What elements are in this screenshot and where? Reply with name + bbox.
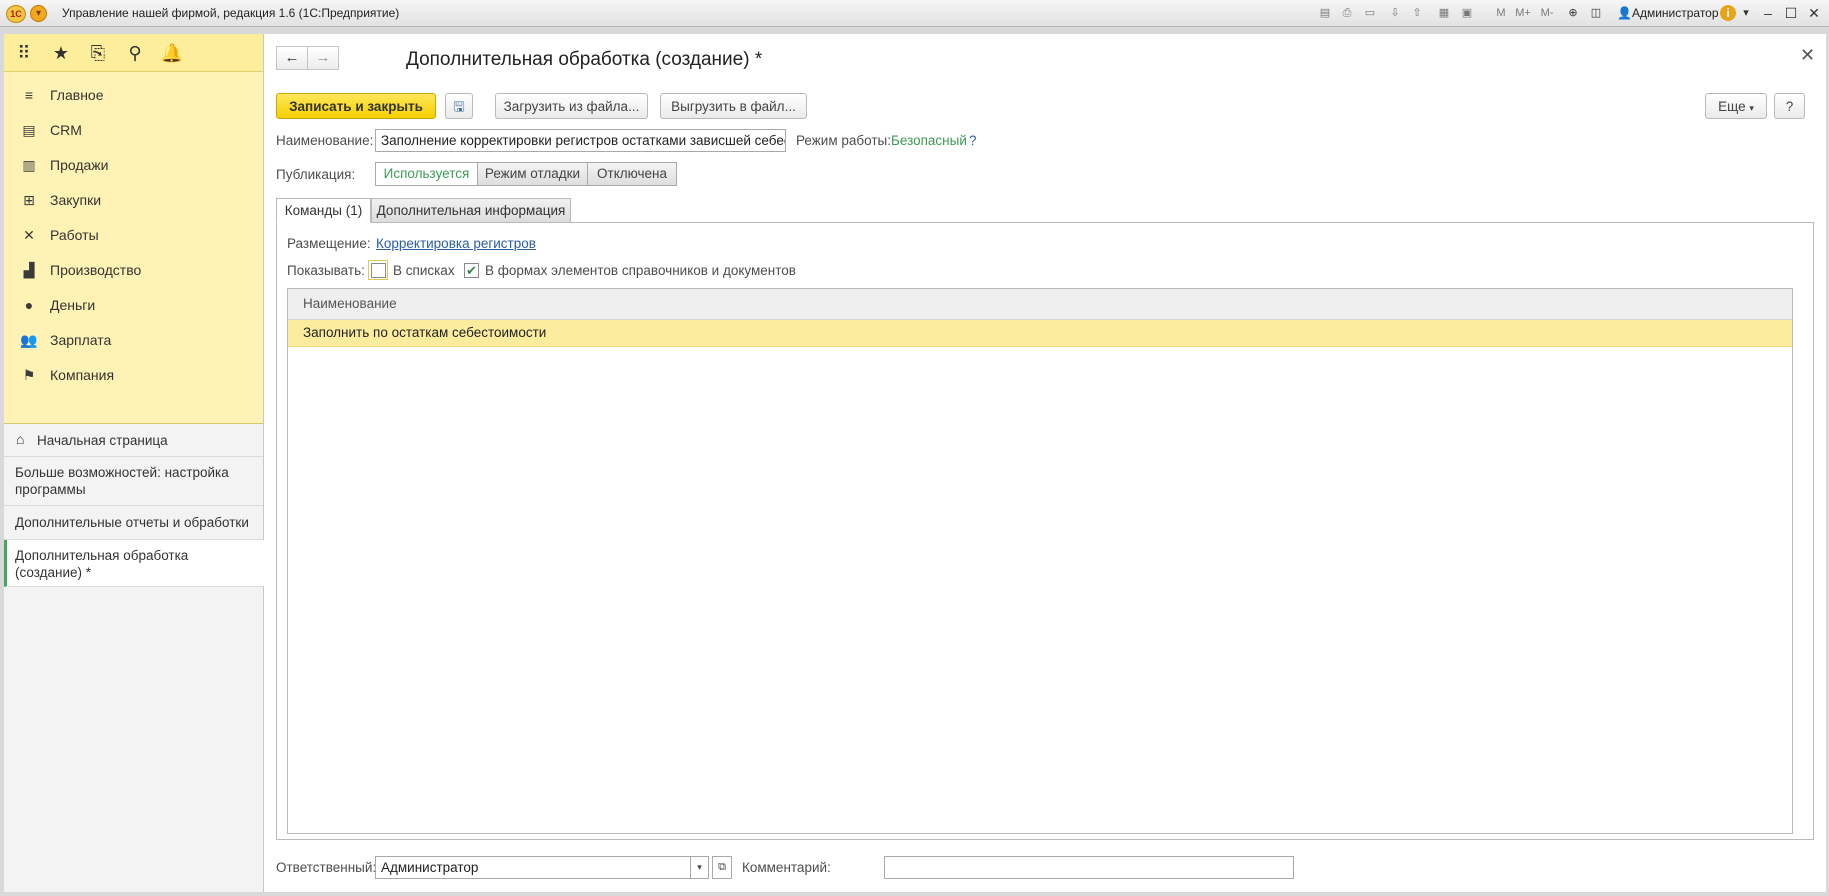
panels-icon[interactable]: ◫ <box>1589 6 1603 20</box>
table-row[interactable]: Заполнить по остаткам себестоимости <box>288 320 1792 347</box>
section-purchases[interactable]: ⊞ Закупки <box>4 183 263 218</box>
table-header: Наименование <box>288 289 1792 320</box>
upload-icon[interactable]: ⇧ <box>1410 6 1424 20</box>
name-field[interactable]: Заполнение корректировки регистров остат… <box>375 129 786 152</box>
save-icon[interactable]: ▤ <box>1318 6 1332 20</box>
column-header-name[interactable]: Наименование <box>303 296 397 311</box>
section-production[interactable]: ▟ Производство <box>4 253 263 288</box>
section-crm[interactable]: ▤ CRM <box>4 113 263 148</box>
window-close-button[interactable]: ✕ <box>1804 3 1824 23</box>
open-window-current[interactable]: Дополнительная обработка (создание) * <box>4 540 266 587</box>
export-to-file-button[interactable]: Выгрузить в файл... <box>660 93 807 119</box>
section-money[interactable]: ● Деньги <box>4 288 263 323</box>
star-icon[interactable]: ★ <box>48 40 74 66</box>
more-button[interactable]: Еще ▾ <box>1705 93 1767 119</box>
memory-plus-button[interactable]: M+ <box>1513 6 1533 20</box>
publication-option-disabled[interactable]: Отключена <box>587 162 677 186</box>
section-main[interactable]: ≡ Главное <box>4 78 263 113</box>
download-icon[interactable]: ⇩ <box>1388 6 1402 20</box>
apps-grid-icon[interactable]: ⠿ <box>11 40 37 66</box>
bell-icon[interactable]: 🔔 <box>159 40 185 66</box>
chevron-down-icon: ▾ <box>1749 103 1754 113</box>
save-and-close-button[interactable]: Записать и закрыть <box>276 93 436 119</box>
window-title: Управление нашей фирмой, редакция 1.6 (1… <box>62 6 400 20</box>
show-in-forms-checkbox[interactable]: ✔ <box>464 263 479 278</box>
table-cell-name: Заполнить по остаткам себестоимости <box>303 325 547 340</box>
forward-button[interactable]: → <box>307 46 339 70</box>
menu-lines-icon: ≡ <box>24 87 34 103</box>
open-window-reports[interactable]: Дополнительные отчеты и обработки <box>4 506 263 540</box>
flag-icon: ⚑ <box>22 367 36 383</box>
current-user[interactable]: 👤Администратор <box>1617 6 1719 20</box>
info-icon[interactable]: i <box>1720 5 1736 21</box>
tools-icon: ✕ <box>23 227 35 243</box>
section-sales[interactable]: ▥ Продажи <box>4 148 263 183</box>
cart-icon: ⊞ <box>23 192 35 208</box>
show-label: Показывать: <box>287 263 365 278</box>
crm-icon: ▤ <box>22 122 36 138</box>
show-in-lists-checkbox[interactable] <box>371 263 386 278</box>
close-icon[interactable]: ✕ <box>1800 45 1815 66</box>
sidebar-toolbar: ⠿ ★ ⎘ ⚲ 🔔 <box>4 34 263 72</box>
section-panel: ≡ Главное ▤ CRM ▥ Продажи ⊞ Закупки ✕ Ра… <box>4 72 263 424</box>
publication-label: Публикация: <box>276 167 356 182</box>
open-icon[interactable]: ⧉ <box>712 856 732 879</box>
back-button[interactable]: ← <box>276 46 308 70</box>
window-titlebar: 1С ▾ Управление нашей фирмой, редакция 1… <box>0 0 1829 27</box>
search-icon[interactable]: ⚲ <box>122 40 148 66</box>
memory-button[interactable]: M <box>1493 6 1509 20</box>
chevron-down-icon[interactable]: ▾ <box>1739 6 1753 20</box>
calendar-icon[interactable]: ▣ <box>1460 6 1474 20</box>
load-from-file-button[interactable]: Загрузить из файла... <box>495 93 648 119</box>
basket-icon: ▥ <box>22 157 36 173</box>
section-salary[interactable]: 👥 Зарплата <box>4 323 263 358</box>
factory-icon: ▟ <box>23 262 35 278</box>
mode-label: Режим работы: <box>796 133 891 148</box>
money-icon: ● <box>24 297 34 313</box>
show-in-lists-label[interactable]: В списках <box>393 263 455 278</box>
history-icon[interactable]: ⎘ <box>85 40 111 66</box>
mode-help-link[interactable]: ? <box>969 133 977 148</box>
calculator-icon[interactable]: ▦ <box>1437 6 1451 20</box>
save-icon[interactable]: 🖫 <box>445 93 473 119</box>
help-button[interactable]: ? <box>1774 93 1805 119</box>
user-icon: 👤 <box>1617 6 1632 20</box>
responsible-dropdown-button[interactable]: ▾ <box>690 856 709 879</box>
home-icon: ⌂ <box>16 431 25 447</box>
memory-minus-button[interactable]: M- <box>1537 6 1557 20</box>
form-window: ← → Дополнительная обработка (создание) … <box>264 34 1826 892</box>
responsible-field[interactable]: Администратор <box>375 856 691 879</box>
main-menu-button[interactable]: ▾ <box>30 5 47 22</box>
placement-link[interactable]: Корректировка регистров <box>376 236 536 251</box>
tab-additional-info[interactable]: Дополнительная информация <box>371 198 571 223</box>
publication-option-used[interactable]: Используется <box>375 162 478 186</box>
responsible-label: Ответственный: <box>276 860 377 875</box>
page-title: Дополнительная обработка (создание) * <box>406 49 763 70</box>
minimize-button[interactable]: – <box>1758 3 1778 23</box>
name-label: Наименование: <box>276 133 374 148</box>
preview-icon[interactable]: ▭ <box>1363 6 1377 20</box>
show-in-forms-label[interactable]: В формах элементов справочников и докуме… <box>485 263 796 278</box>
people-icon: 👥 <box>20 332 38 348</box>
publication-option-debug[interactable]: Режим отладки <box>477 162 588 186</box>
tab-commands[interactable]: Команды (1) <box>276 198 371 223</box>
maximize-button[interactable]: ☐ <box>1781 3 1801 23</box>
app-logo: 1С <box>6 5 26 23</box>
sidebar: ⠿ ★ ⎘ ⚲ 🔔 ≡ Главное ▤ CRM ▥ Продажи ⊞ За… <box>4 34 266 892</box>
placement-label: Размещение: <box>287 236 371 251</box>
print-icon[interactable]: ⎙ <box>1340 6 1354 20</box>
section-company[interactable]: ⚑ Компания <box>4 358 263 393</box>
open-window-home[interactable]: ⌂ Начальная страница <box>4 424 263 457</box>
zoom-icon[interactable]: ⊕ <box>1566 6 1580 20</box>
commands-table: Наименование Заполнить по остаткам себес… <box>287 288 1793 834</box>
comment-field[interactable] <box>884 856 1294 879</box>
open-window-settings[interactable]: Больше возможностей: настройка программы <box>4 457 263 506</box>
mode-value[interactable]: Безопасный <box>891 133 967 148</box>
comment-label: Комментарий: <box>742 860 831 875</box>
section-works[interactable]: ✕ Работы <box>4 218 263 253</box>
